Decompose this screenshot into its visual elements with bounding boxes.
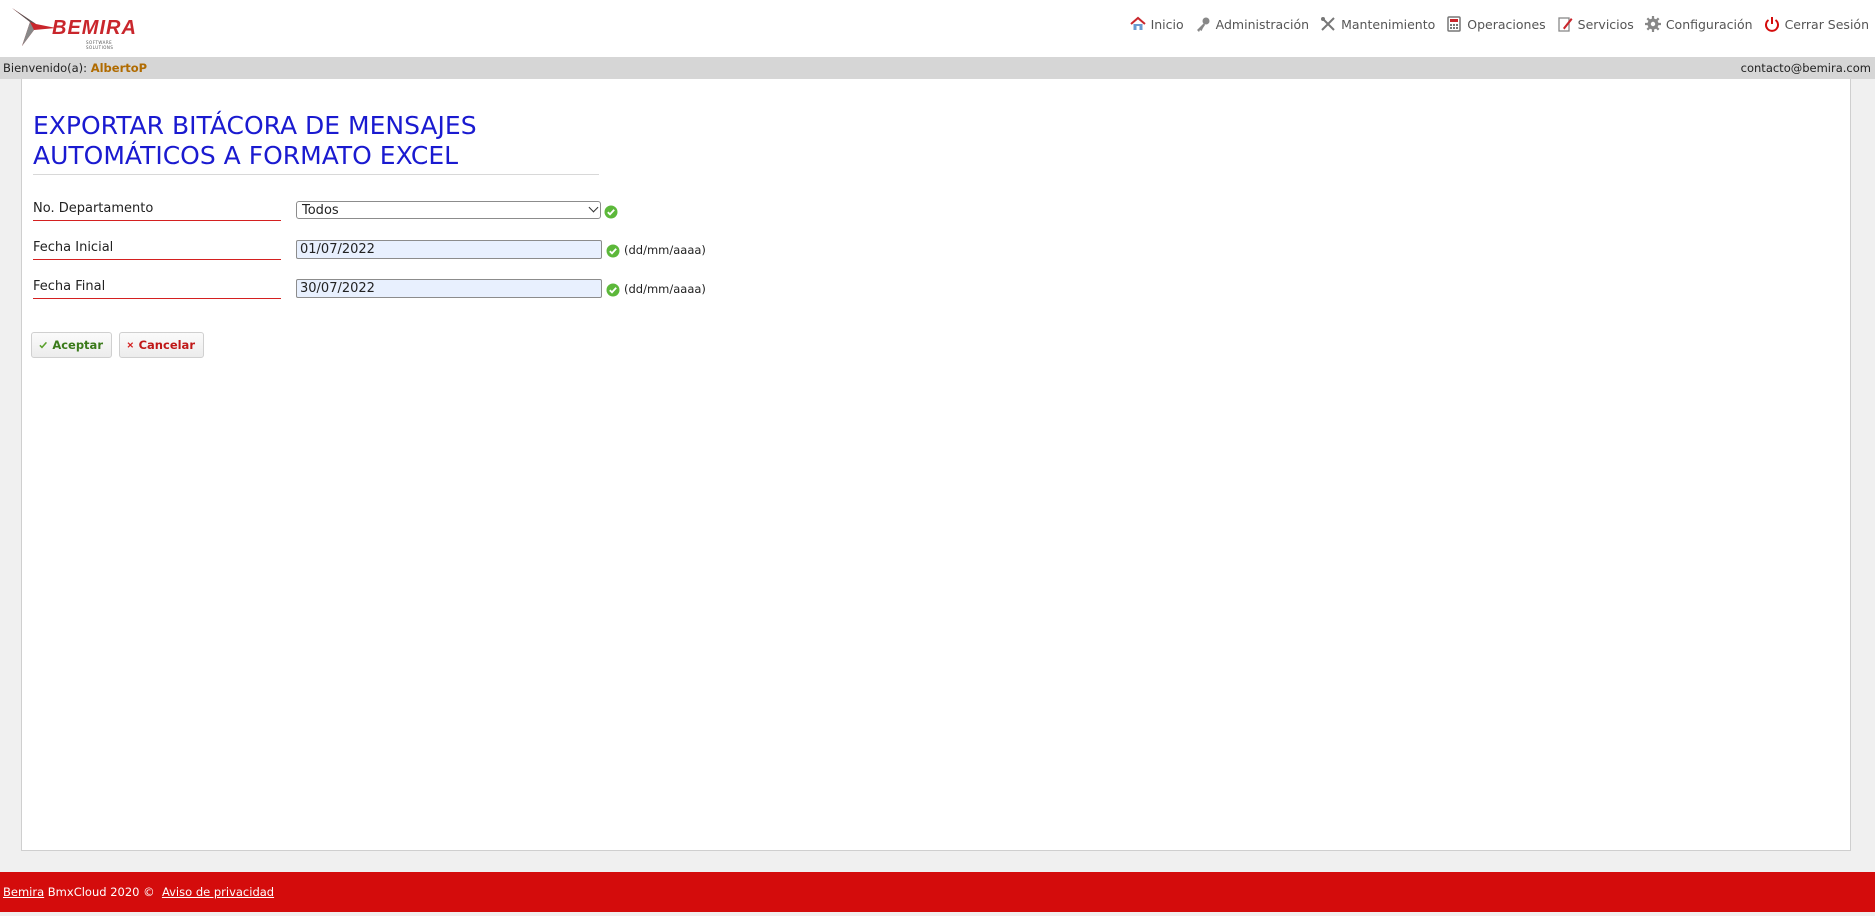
nav-label: Cerrar Sesión bbox=[1784, 16, 1869, 32]
edit-icon bbox=[1558, 17, 1573, 32]
tools-icon bbox=[1321, 17, 1335, 31]
footer: Bemira BmxCloud 2020 © Aviso de privacid… bbox=[0, 872, 1875, 912]
main-nav: Inicio Administración Mantenimiento Oper… bbox=[1119, 15, 1869, 33]
accept-button[interactable]: Aceptar bbox=[31, 332, 112, 358]
power-icon bbox=[1764, 17, 1779, 32]
home-icon bbox=[1129, 16, 1146, 30]
nav-mantenimiento[interactable]: Mantenimiento bbox=[1319, 15, 1435, 33]
chevron-down-icon bbox=[588, 202, 599, 213]
page-title-line2: AUTOMÁTICOS A FORMATO EXCEL bbox=[33, 141, 459, 170]
footer-content: Bemira BmxCloud 2020 © Aviso de privacid… bbox=[3, 872, 274, 912]
page-title: EXPORTAR BITÁCORA DE MENSAJES AUTOMÁTICO… bbox=[33, 111, 599, 175]
nav-inicio[interactable]: Inicio bbox=[1129, 15, 1184, 33]
logo-text: BEMIRA bbox=[52, 17, 137, 39]
user-bar: Bienvenido(a): AlbertoP contacto@bemira.… bbox=[0, 57, 1875, 79]
department-select-value: Todos bbox=[302, 203, 339, 218]
valid-check-icon bbox=[604, 205, 618, 219]
nav-label: Servicios bbox=[1577, 16, 1634, 32]
contact-email: contacto@bemira.com bbox=[1740, 61, 1871, 75]
gear-icon bbox=[1644, 16, 1661, 32]
bemira-logo[interactable]: BEMIRA SOFTWARE SOLUTIONS bbox=[8, 6, 138, 50]
username: AlbertoP bbox=[90, 61, 148, 75]
page-title-line1: EXPORTAR BITÁCORA DE MENSAJES bbox=[33, 111, 477, 140]
nav-label: Operaciones bbox=[1467, 16, 1546, 32]
cancel-button[interactable]: Cancelar bbox=[119, 332, 204, 358]
nav-label: Configuración bbox=[1665, 16, 1753, 32]
content-panel: EXPORTAR BITÁCORA DE MENSAJES AUTOMÁTICO… bbox=[21, 79, 1851, 851]
nav-label: Inicio bbox=[1150, 16, 1184, 32]
date-format-hint: (dd/mm/aaaa) bbox=[624, 243, 706, 257]
welcome-message: Bienvenido(a): AlbertoP bbox=[3, 57, 147, 79]
checkmark-icon bbox=[39, 341, 48, 349]
nav-administracion[interactable]: Administración bbox=[1194, 15, 1309, 33]
end-date-label: Fecha Final bbox=[33, 279, 281, 299]
valid-check-icon bbox=[606, 283, 620, 297]
department-select[interactable]: Todos bbox=[296, 201, 601, 219]
key-icon bbox=[1196, 17, 1210, 32]
department-label: No. Departamento bbox=[33, 201, 281, 221]
end-date-input[interactable]: 30/07/2022 bbox=[296, 279, 602, 298]
star-logo-icon bbox=[12, 8, 56, 46]
calculator-icon bbox=[1447, 16, 1462, 32]
nav-cerrar-sesion[interactable]: Cerrar Sesión bbox=[1763, 15, 1869, 33]
cancel-button-label: Cancelar bbox=[138, 338, 195, 352]
valid-check-icon bbox=[606, 244, 620, 258]
start-date-label: Fecha Inicial bbox=[33, 240, 281, 260]
company-link[interactable]: Bemira bbox=[3, 885, 44, 899]
nav-label: Administración bbox=[1215, 16, 1310, 32]
privacy-link[interactable]: Aviso de privacidad bbox=[162, 885, 274, 899]
logo-subtext: SOFTWARE SOLUTIONS bbox=[86, 40, 114, 50]
welcome-label: Bienvenido(a): bbox=[3, 61, 88, 75]
nav-operaciones[interactable]: Operaciones bbox=[1445, 15, 1546, 33]
nav-servicios[interactable]: Servicios bbox=[1556, 15, 1634, 33]
close-icon bbox=[127, 342, 134, 348]
nav-label: Mantenimiento bbox=[1341, 16, 1436, 32]
start-date-input[interactable]: 01/07/2022 bbox=[296, 240, 602, 259]
header: BEMIRA SOFTWARE SOLUTIONS Inicio Adminis… bbox=[0, 0, 1875, 57]
copyright-text: BmxCloud 2020 © bbox=[44, 885, 162, 899]
nav-configuracion[interactable]: Configuración bbox=[1644, 15, 1753, 33]
accept-button-label: Aceptar bbox=[52, 338, 103, 352]
date-format-hint: (dd/mm/aaaa) bbox=[624, 282, 706, 296]
